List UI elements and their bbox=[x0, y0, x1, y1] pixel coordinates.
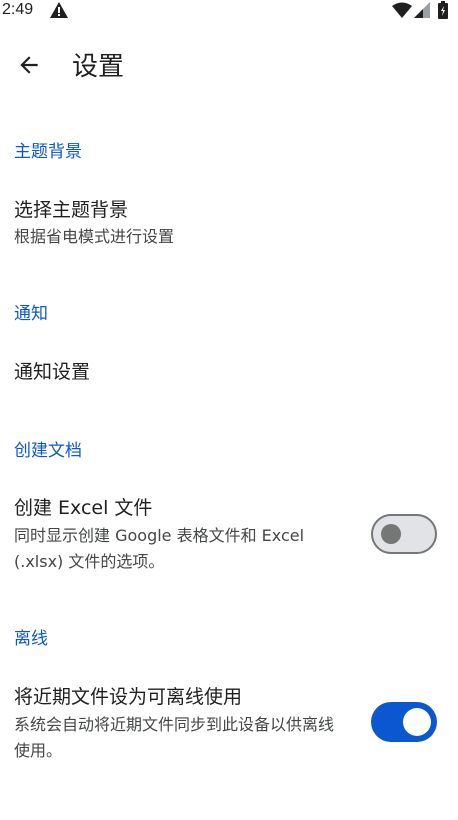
alert-triangle-icon bbox=[50, 2, 68, 18]
section-header-theme: 主题背景 bbox=[14, 142, 82, 162]
create-excel-item[interactable]: 创建 Excel 文件 同时显示创建 Google 表格文件和 Excel (.… bbox=[0, 488, 458, 588]
arrow-back-icon bbox=[16, 52, 42, 82]
notification-settings-item[interactable]: 通知设置 bbox=[0, 350, 458, 400]
cell-signal-icon bbox=[414, 2, 430, 18]
offline-recent-files-title: 将近期文件设为可离线使用 bbox=[14, 686, 243, 708]
offline-recent-files-summary: 系统会自动将近期文件同步到此设备以供离线使用。 bbox=[14, 715, 335, 760]
notification-settings-title: 通知设置 bbox=[14, 361, 91, 383]
offline-recent-files-switch[interactable] bbox=[371, 702, 437, 742]
choose-theme-summary: 根据省电模式进行设置 bbox=[14, 227, 175, 246]
create-excel-summary: 同时显示创建 Google 表格文件和 Excel (.xlsx) 文件的选项。 bbox=[14, 526, 305, 571]
switch-thumb bbox=[381, 524, 401, 544]
wifi-icon bbox=[392, 2, 412, 18]
create-excel-title: 创建 Excel 文件 bbox=[14, 497, 153, 519]
choose-theme-item[interactable]: 选择主题背景 根据省电模式进行设置 bbox=[0, 188, 458, 260]
status-time: 2:49 bbox=[2, 1, 34, 18]
back-button[interactable] bbox=[10, 48, 48, 86]
offline-recent-files-item[interactable]: 将近期文件设为可离线使用 系统会自动将近期文件同步到此设备以供离线使用。 bbox=[0, 676, 458, 776]
section-header-offline: 离线 bbox=[14, 629, 48, 649]
choose-theme-title: 选择主题背景 bbox=[14, 199, 129, 221]
page-title: 设置 bbox=[72, 52, 125, 82]
app-bar: 设置 bbox=[0, 40, 458, 96]
section-header-notifications: 通知 bbox=[14, 304, 48, 324]
battery-icon bbox=[438, 1, 448, 19]
section-header-create-docs: 创建文档 bbox=[14, 441, 82, 461]
status-bar: 2:49 bbox=[0, 0, 458, 22]
switch-thumb bbox=[403, 708, 431, 736]
create-excel-switch[interactable] bbox=[371, 514, 437, 554]
